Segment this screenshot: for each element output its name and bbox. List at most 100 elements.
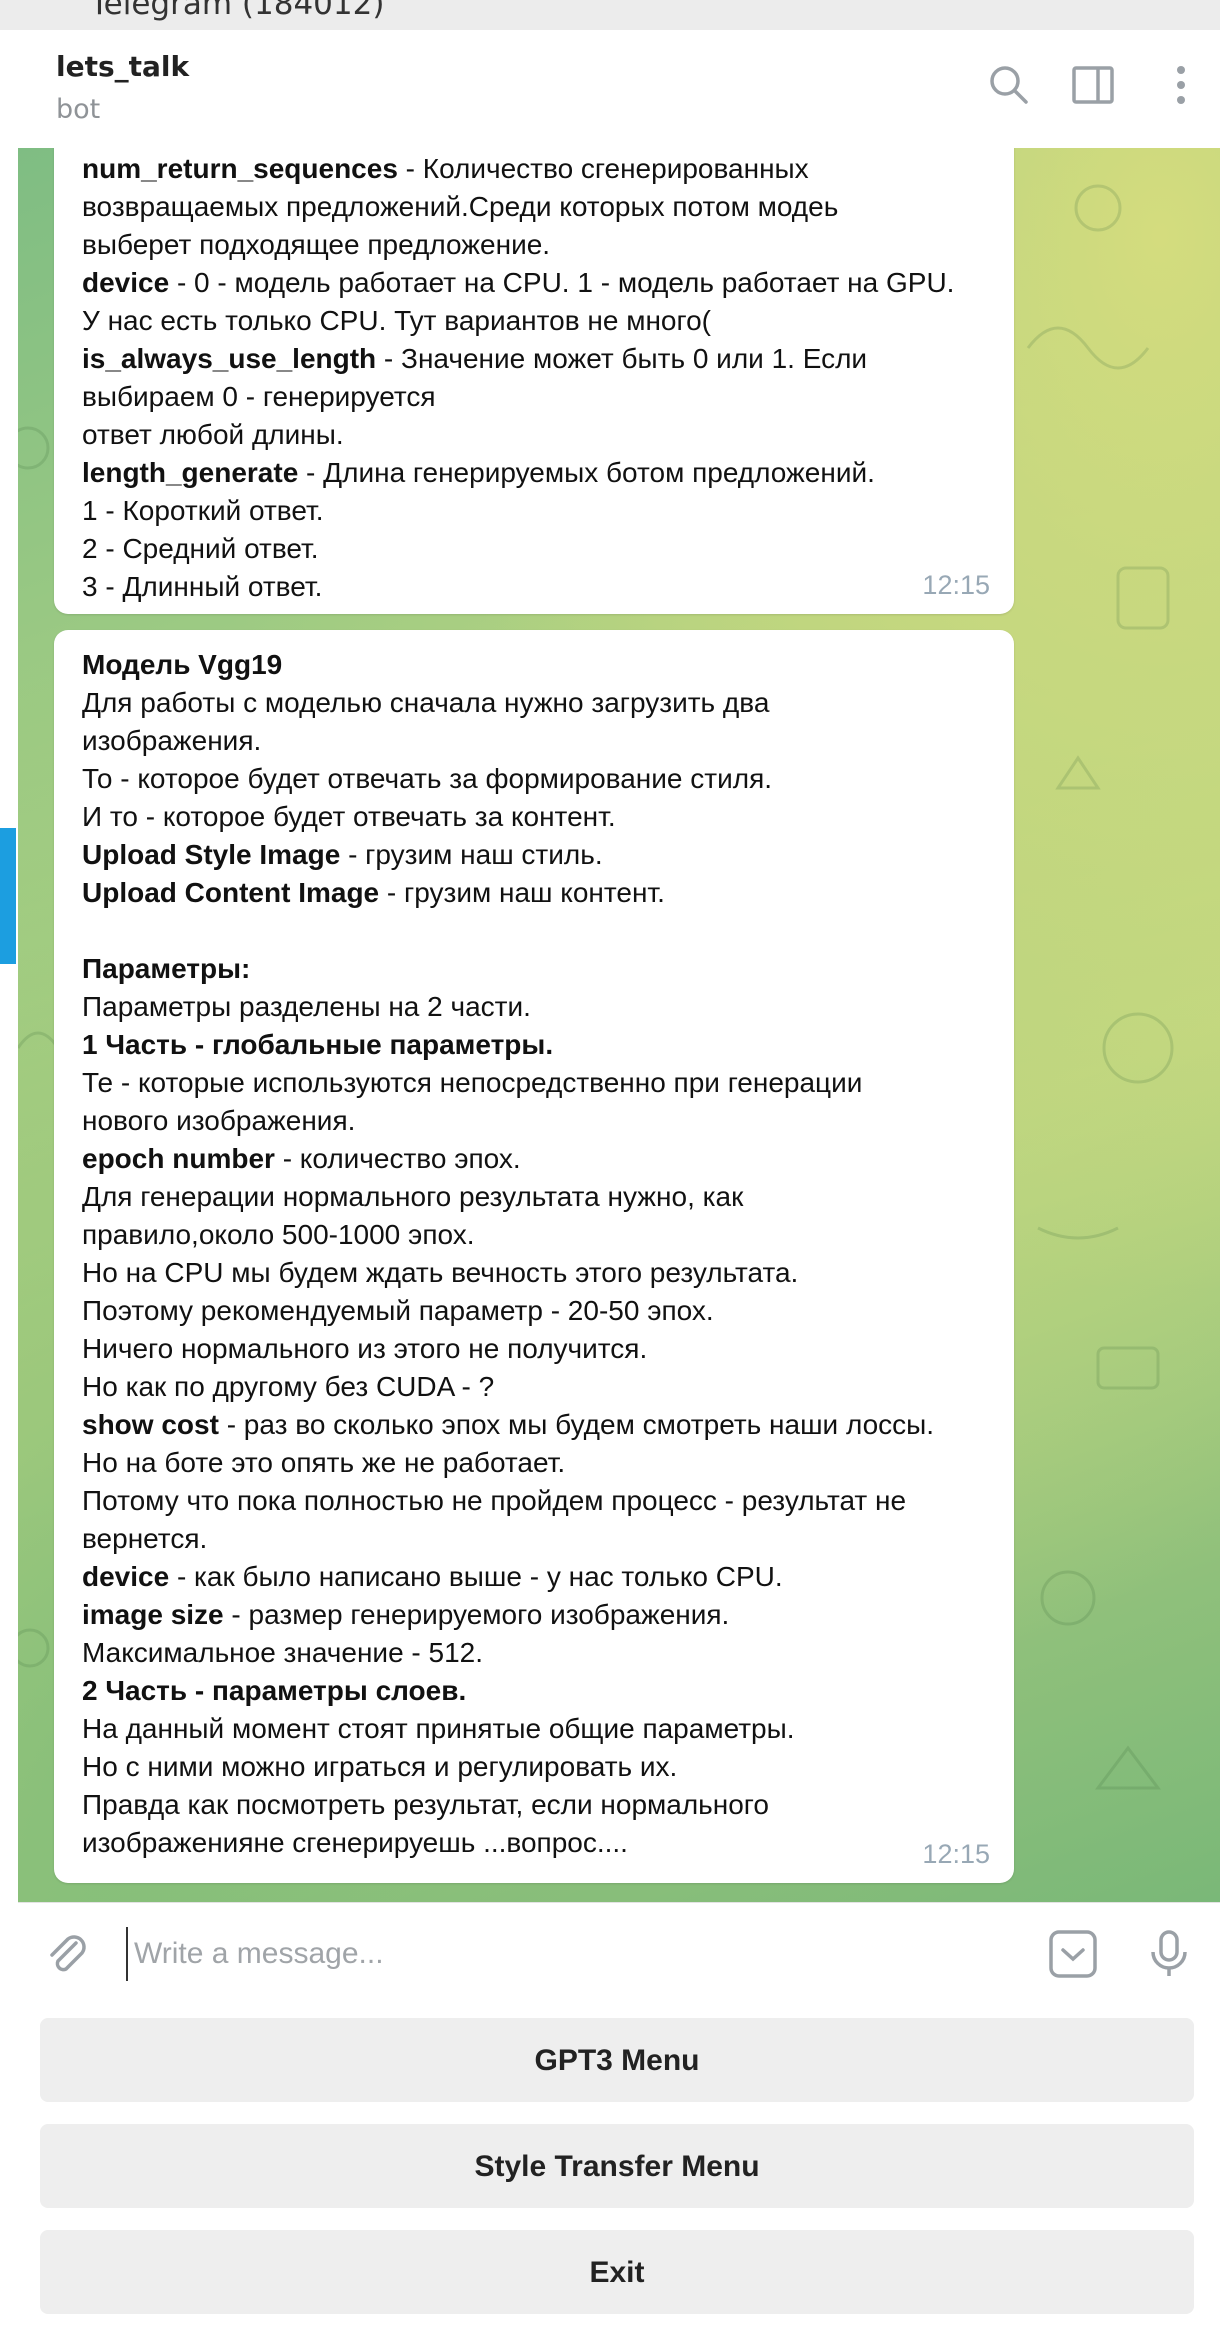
text: изображенияне сгенерируешь ...вопрос.... [82, 1827, 628, 1858]
text: Но на боте это опять же не работает. [82, 1447, 566, 1478]
exit-button[interactable]: Exit [40, 2230, 1194, 2314]
message-time: 12:15 [922, 1839, 990, 1869]
attach-icon[interactable] [42, 1929, 92, 1979]
text: Параметры разделены на 2 части. [82, 991, 531, 1022]
message-line: То - которое будет отвечать за формирова… [82, 760, 986, 798]
bold-text: show cost [82, 1409, 219, 1440]
message-line: 1 - Короткий ответ. [82, 492, 986, 530]
bot-keyboard-icon[interactable] [1048, 1929, 1098, 1979]
bold-text: epoch number [82, 1143, 275, 1174]
message-line: вернется. [82, 1520, 986, 1558]
chat-status: bot [56, 94, 101, 125]
bold-text: Upload Style Image [82, 839, 341, 870]
window-title-bar: Telegram (184012) [0, 0, 1220, 30]
text: Ничего нормального из этого не получится… [82, 1333, 648, 1364]
text: - размер генерируемого изображения. [223, 1599, 730, 1630]
text: - Длина генерируемых ботом предложений. [298, 457, 875, 488]
text: - грузим наш стиль. [340, 839, 603, 870]
bold-text: num_return_sequences [82, 153, 398, 184]
text: правило,около 500-1000 эпох. [82, 1219, 475, 1250]
bold-text: Параметры: [82, 953, 251, 984]
message-line: Но на боте это опять же не работает. [82, 1444, 986, 1482]
text: возвращаемых предложений.Среди которых п… [82, 191, 839, 222]
message-line: изображения. [82, 722, 986, 760]
text: То - которое будет отвечать за формирова… [82, 763, 773, 794]
text: - грузим наш контент. [379, 877, 665, 908]
message-line: Но на CPU мы будем ждать вечность этого … [82, 1254, 986, 1292]
gpt3-menu-button[interactable]: GPT3 Menu [40, 2018, 1194, 2102]
style-transfer-menu-button[interactable]: Style Transfer Menu [40, 2124, 1194, 2208]
text: - Количество сгенерированных [397, 153, 809, 184]
text: Но как по другому без CUDA - ? [82, 1371, 495, 1402]
text: вернется. [82, 1523, 208, 1554]
message-line: Максимальное значение - 512. [82, 1634, 986, 1672]
text: - Значение может быть 0 или 1. Если [376, 343, 868, 374]
text: - как было написано выше - у нас только … [169, 1561, 783, 1592]
text: Максимальное значение - 512. [82, 1637, 484, 1668]
text: Те - которые используются непосредственн… [82, 1067, 863, 1098]
sidebar-toggle-icon[interactable] [1070, 62, 1116, 108]
text: На данный момент стоят принятые общие па… [82, 1713, 795, 1744]
message-line: У нас есть только CPU. Тут вариантов не … [82, 302, 986, 340]
message-line: ответ любой длины. [82, 416, 986, 454]
text: 3 - Длинный ответ. [82, 571, 323, 602]
bold-text: 1 Часть - глобальные параметры. [82, 1029, 554, 1060]
message-time: 12:15 [922, 570, 990, 600]
message-line: На данный момент стоят принятые общие па… [82, 1710, 986, 1748]
message-composer [18, 1902, 1220, 2003]
text: выбираем 0 - генерируется [82, 381, 436, 412]
bot-reply-keyboard: GPT3 Menu Style Transfer Menu Exit [18, 2002, 1220, 2326]
microphone-icon[interactable] [1144, 1929, 1194, 1979]
message-line: image size - размер генерируемого изобра… [82, 1596, 986, 1634]
bold-text: Модель Vgg19 [82, 649, 283, 680]
text: выберет подходящее предложение. [82, 229, 551, 260]
message-line: 2 - Средний ответ. [82, 530, 986, 568]
message-line: Параметры разделены на 2 части. [82, 988, 986, 1026]
message-line: Те - которые используются непосредственн… [82, 1064, 986, 1102]
text: нового изображения. [82, 1105, 356, 1136]
chat-title[interactable]: lets_talk [56, 50, 189, 83]
bold-text: device [82, 267, 170, 298]
message-bubble[interactable]: Модель Vgg19 Для работы с моделью сначала… [54, 630, 1014, 1883]
search-icon[interactable] [986, 62, 1032, 108]
text: изображения. [82, 725, 262, 756]
text: Потому что пока полностью не пройдем про… [82, 1485, 907, 1516]
message-input[interactable] [126, 1927, 1036, 1981]
chat-area[interactable]: num_return_sequences - Количество сгенер… [18, 148, 1220, 1902]
text: - 0 - модель работает на CPU. 1 - модель… [169, 267, 955, 298]
more-vertical-icon[interactable] [1158, 62, 1204, 108]
message-line: Поэтому рекомендуемый параметр - 20-50 э… [82, 1292, 986, 1330]
window-title: Telegram (184012) [90, 0, 385, 22]
message-line: num_return_sequences - Количество сгенер… [82, 150, 986, 188]
message-text: num_return_sequences - Количество сгенер… [54, 148, 1014, 606]
message-line: Ничего нормального из этого не получится… [82, 1330, 986, 1368]
bold-text: 2 Часть - параметры слоев. [82, 1675, 467, 1706]
message-bubble[interactable]: num_return_sequences - Количество сгенер… [54, 148, 1014, 614]
message-line: device - 0 - модель работает на CPU. 1 -… [82, 264, 986, 302]
message-line: Для генерации нормального результата нуж… [82, 1178, 986, 1216]
message-line: изображенияне сгенерируешь ...вопрос.... [82, 1824, 986, 1862]
selected-chat-indicator [0, 828, 16, 964]
message-line: нового изображения. [82, 1102, 986, 1140]
message-line: Правда как посмотреть результат, если но… [82, 1786, 986, 1824]
bold-text: device [82, 1561, 170, 1592]
message-line: Upload Style Image - грузим наш стиль. [82, 836, 986, 874]
message-line: 1 Часть - глобальные параметры. [82, 1026, 986, 1064]
text: 2 - Средний ответ. [82, 533, 319, 564]
message-line: Upload Content Image - грузим наш контен… [82, 874, 986, 912]
message-line: Но с ними можно играться и регулировать … [82, 1748, 986, 1786]
message-line: 2 Часть - параметры слоев. [82, 1672, 986, 1710]
message-line: 3 - Длинный ответ. [82, 568, 986, 606]
message-line: Но как по другому без CUDA - ? [82, 1368, 986, 1406]
text: Правда как посмотреть результат, если но… [82, 1789, 769, 1820]
message-line: И то - которое будет отвечать за контент… [82, 798, 986, 836]
message-line: device - как было написано выше - у нас … [82, 1558, 986, 1596]
text: У нас есть только CPU. Тут вариантов не … [82, 305, 711, 336]
message-line: length_generate - Длина генерируемых бот… [82, 454, 986, 492]
text: 1 - Короткий ответ. [82, 495, 324, 526]
chat-list-edge[interactable] [0, 30, 19, 2326]
bold-text: is_always_use_length [82, 343, 377, 374]
message-line: выберет подходящее предложение. [82, 226, 986, 264]
message-line: Потому что пока полностью не пройдем про… [82, 1482, 986, 1520]
text: ответ любой длины. [82, 419, 344, 450]
